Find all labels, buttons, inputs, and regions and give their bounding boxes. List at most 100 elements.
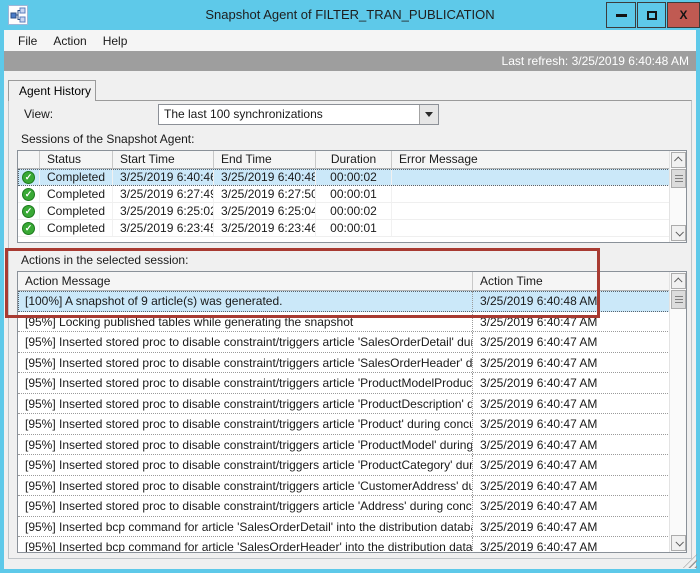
scroll-grip-icon — [675, 296, 683, 304]
session-start-time: 3/25/2019 6:23:45 AM — [113, 220, 214, 236]
snapshot-agent-window: Snapshot Agent of FILTER_TRAN_PUBLICATIO… — [0, 0, 700, 573]
session-row[interactable]: Completed 3/25/2019 6:27:49 AM 3/25/2019… — [18, 186, 686, 203]
scroll-up-button[interactable] — [671, 152, 686, 168]
actions-scrollbar[interactable] — [669, 272, 686, 552]
session-error — [392, 203, 686, 219]
minimize-button[interactable] — [606, 2, 636, 28]
title-bar[interactable]: Snapshot Agent of FILTER_TRAN_PUBLICATIO… — [0, 0, 700, 30]
action-time: 3/25/2019 6:40:47 AM — [473, 332, 686, 352]
chevron-up-icon — [674, 156, 682, 164]
action-message: [95%] Inserted bcp command for article '… — [18, 537, 473, 553]
action-message: [95%] Inserted bcp command for article '… — [18, 517, 473, 537]
window-frame-left — [0, 30, 4, 573]
sessions-scrollbar[interactable] — [669, 151, 686, 242]
action-time: 3/25/2019 6:40:47 AM — [473, 414, 686, 434]
menu-file[interactable]: File — [10, 32, 45, 50]
action-message: [95%] Inserted stored proc to disable co… — [18, 455, 473, 475]
action-message: [95%] Inserted stored proc to disable co… — [18, 496, 473, 516]
action-time: 3/25/2019 6:40:47 AM — [473, 496, 686, 516]
col-end-time[interactable]: End Time — [214, 151, 316, 169]
actions-table-header: Action Message Action Time — [18, 272, 686, 291]
session-duration: 00:00:02 — [316, 203, 392, 219]
col-start-time[interactable]: Start Time — [113, 151, 214, 169]
col-status[interactable]: Status — [40, 151, 113, 169]
refresh-status-bar: Last refresh: 3/25/2019 6:40:48 AM — [4, 51, 696, 71]
dropdown-arrow-icon — [425, 112, 433, 117]
action-time: 3/25/2019 6:40:47 AM — [473, 353, 686, 373]
action-row[interactable]: [95%] Locking published tables while gen… — [18, 312, 686, 333]
minimize-icon — [616, 14, 627, 17]
action-row[interactable]: [95%] Inserted bcp command for article '… — [18, 537, 686, 553]
scroll-up-button[interactable] — [671, 273, 686, 289]
status-completed-icon — [22, 222, 35, 235]
dropdown-arrow-button[interactable] — [419, 105, 438, 124]
status-completed-icon — [22, 188, 35, 201]
action-row[interactable]: [95%] Inserted stored proc to disable co… — [18, 414, 686, 435]
window-frame-right — [696, 30, 700, 573]
tab-agent-history[interactable]: Agent History — [8, 80, 96, 101]
session-duration: 00:00:01 — [316, 220, 392, 236]
session-row[interactable]: Completed 3/25/2019 6:40:46 AM 3/25/2019… — [18, 169, 686, 186]
action-row[interactable]: [95%] Inserted stored proc to disable co… — [18, 373, 686, 394]
sessions-table: Status Start Time End Time Duration Erro… — [17, 150, 687, 243]
view-dropdown[interactable]: The last 100 synchronizations — [158, 104, 439, 125]
chevron-down-icon — [675, 228, 683, 236]
session-start-time: 3/25/2019 6:27:49 AM — [113, 186, 214, 202]
actions-table: Action Message Action Time [100%] A snap… — [17, 271, 687, 553]
scroll-down-button[interactable] — [671, 225, 686, 241]
last-refresh-text: Last refresh: 3/25/2019 6:40:48 AM — [502, 54, 689, 68]
action-time: 3/25/2019 6:40:47 AM — [473, 435, 686, 455]
maximize-button[interactable] — [637, 2, 666, 28]
sessions-table-header: Status Start Time End Time Duration Erro… — [18, 151, 686, 169]
action-row[interactable]: [95%] Inserted stored proc to disable co… — [18, 435, 686, 456]
session-duration: 00:00:02 — [316, 169, 392, 185]
action-time: 3/25/2019 6:40:47 AM — [473, 312, 686, 332]
action-row[interactable]: [95%] Inserted stored proc to disable co… — [18, 476, 686, 497]
window-title: Snapshot Agent of FILTER_TRAN_PUBLICATIO… — [0, 0, 700, 30]
session-start-time: 3/25/2019 6:25:02 AM — [113, 203, 214, 219]
scroll-down-button[interactable] — [671, 535, 686, 551]
action-time: 3/25/2019 6:40:47 AM — [473, 517, 686, 537]
menu-action[interactable]: Action — [45, 32, 94, 50]
action-message: [95%] Locking published tables while gen… — [18, 312, 473, 332]
action-time: 3/25/2019 6:40:47 AM — [473, 455, 686, 475]
sessions-label: Sessions of the Snapshot Agent: — [21, 132, 194, 146]
session-error — [392, 169, 686, 185]
action-message: [95%] Inserted stored proc to disable co… — [18, 353, 473, 373]
chevron-down-icon — [675, 538, 683, 546]
action-row[interactable]: [95%] Inserted stored proc to disable co… — [18, 455, 686, 476]
scroll-grip-icon — [675, 175, 683, 183]
action-row[interactable]: [95%] Inserted stored proc to disable co… — [18, 353, 686, 374]
action-message: [95%] Inserted stored proc to disable co… — [18, 414, 473, 434]
session-error — [392, 186, 686, 202]
menu-bar: File Action Help — [4, 30, 696, 51]
action-row[interactable]: [100%] A snapshot of 9 article(s) was ge… — [18, 291, 686, 312]
action-message: [95%] Inserted stored proc to disable co… — [18, 373, 473, 393]
action-message: [95%] Inserted stored proc to disable co… — [18, 435, 473, 455]
col-error-message[interactable]: Error Message — [392, 151, 686, 169]
action-row[interactable]: [95%] Inserted stored proc to disable co… — [18, 496, 686, 517]
maximize-icon — [647, 11, 657, 20]
col-action-message[interactable]: Action Message — [18, 272, 473, 291]
session-status: Completed — [40, 186, 113, 202]
action-message: [100%] A snapshot of 9 article(s) was ge… — [18, 291, 473, 311]
session-row[interactable]: Completed 3/25/2019 6:25:02 AM 3/25/2019… — [18, 203, 686, 220]
scroll-thumb[interactable] — [671, 169, 686, 188]
action-time: 3/25/2019 6:40:47 AM — [473, 537, 686, 553]
action-message: [95%] Inserted stored proc to disable co… — [18, 332, 473, 352]
action-row[interactable]: [95%] Inserted stored proc to disable co… — [18, 332, 686, 353]
actions-label: Actions in the selected session: — [21, 253, 188, 267]
session-row[interactable]: Completed 3/25/2019 6:23:45 AM 3/25/2019… — [18, 220, 686, 237]
action-time: 3/25/2019 6:40:47 AM — [473, 394, 686, 414]
close-button[interactable]: X — [667, 2, 700, 28]
scroll-thumb[interactable] — [671, 290, 686, 309]
action-row[interactable]: [95%] Inserted stored proc to disable co… — [18, 394, 686, 415]
col-status-icon[interactable] — [18, 151, 40, 169]
action-row[interactable]: [95%] Inserted bcp command for article '… — [18, 517, 686, 538]
menu-help[interactable]: Help — [95, 32, 136, 50]
chevron-up-icon — [674, 277, 682, 285]
col-action-time[interactable]: Action Time — [473, 272, 686, 291]
col-duration[interactable]: Duration — [316, 151, 392, 169]
close-icon: X — [679, 8, 687, 22]
action-time: 3/25/2019 6:40:48 AM — [473, 291, 686, 311]
